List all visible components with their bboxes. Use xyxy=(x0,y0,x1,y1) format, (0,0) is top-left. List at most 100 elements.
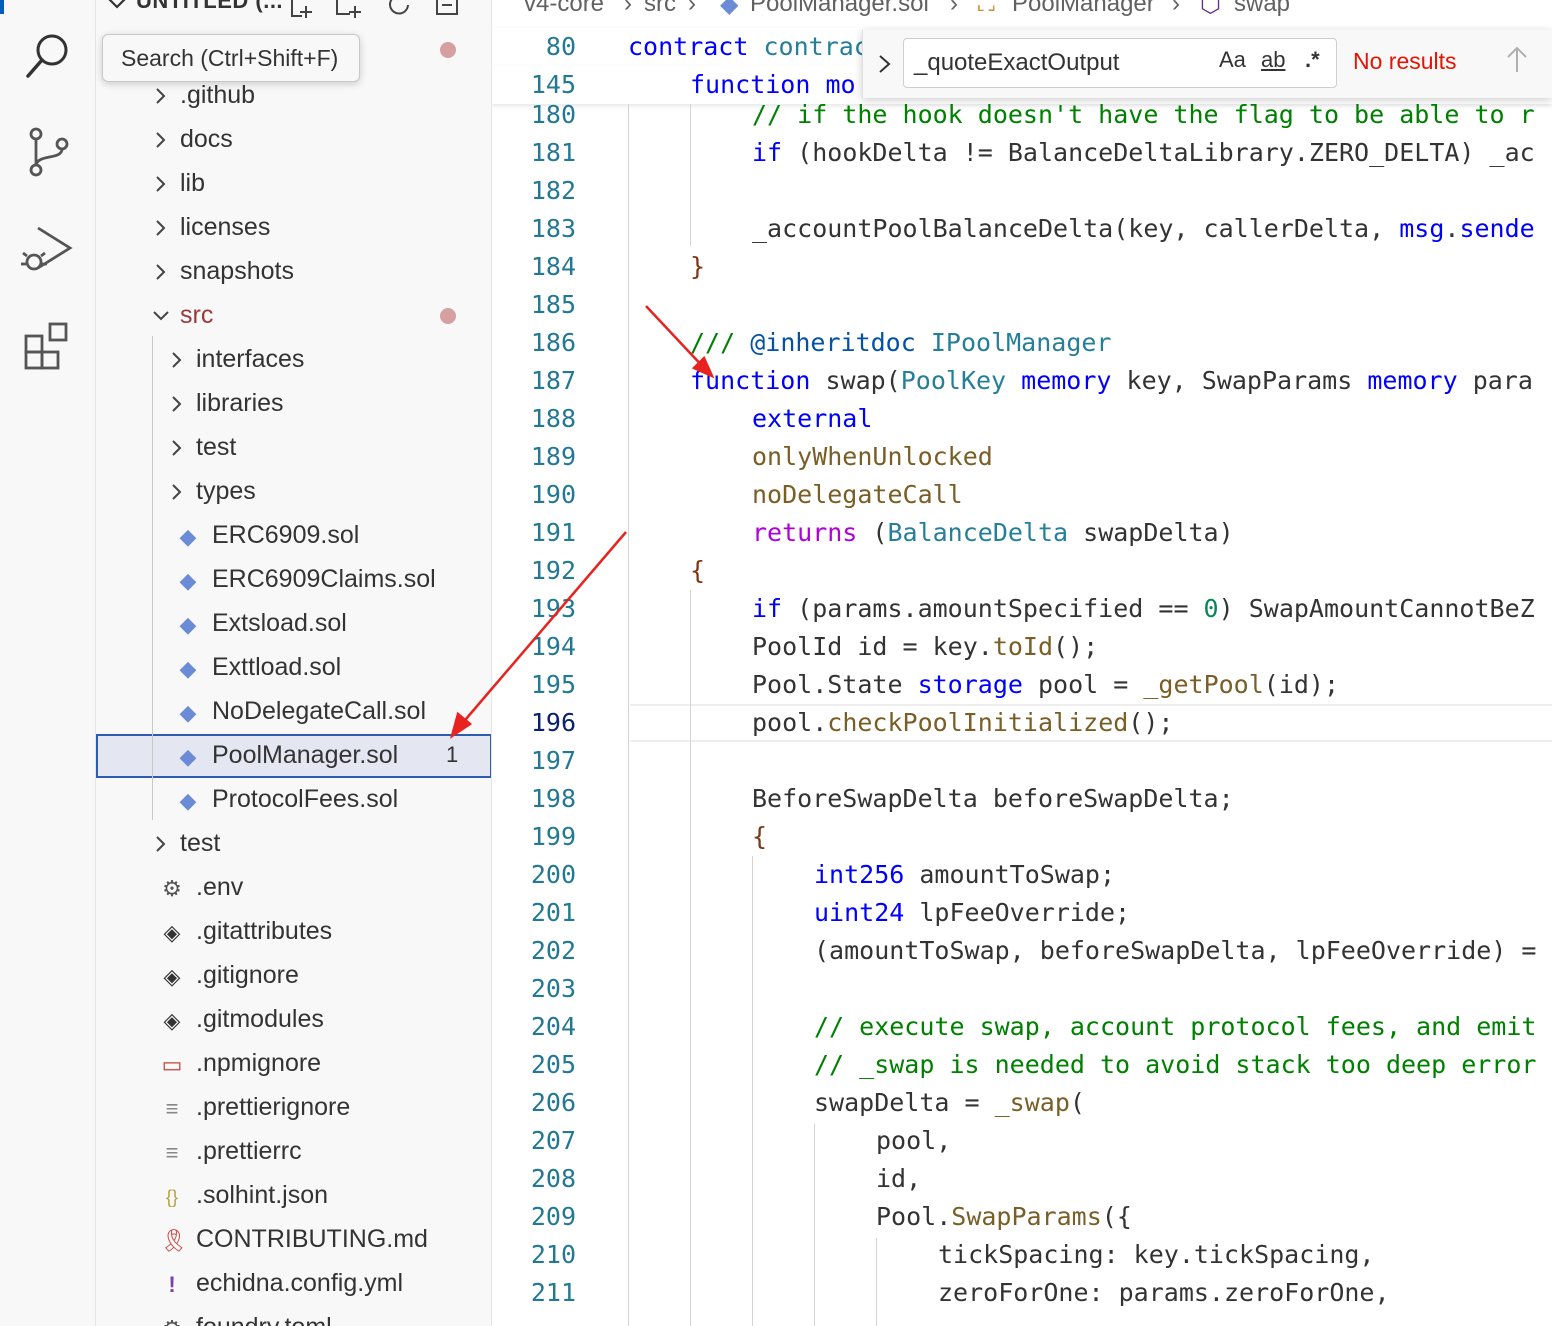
tree-file[interactable]: ◆ Extsload.sol xyxy=(96,602,491,646)
tree-folder[interactable]: src xyxy=(96,294,491,338)
code-line[interactable]: 209 Pool.SwapParams({ xyxy=(492,1198,1552,1236)
code-line[interactable]: 188 external xyxy=(492,400,1552,438)
code-line[interactable]: 197 xyxy=(492,742,1552,780)
line-number: 195 xyxy=(530,670,576,699)
chevron-right-icon[interactable] xyxy=(871,46,899,82)
breadcrumb-root[interactable]: v4-core xyxy=(524,0,604,18)
code-line[interactable]: 205 // _swap is needed to avoid stack too… xyxy=(492,1046,1552,1084)
tree-file[interactable]: ▭ .npmignore xyxy=(96,1042,491,1086)
tree-item-label: src xyxy=(180,301,214,329)
match-case-toggle[interactable]: Aa xyxy=(1219,47,1246,73)
code-line[interactable]: 193 if (params.amountSpecified == 0) Swap… xyxy=(492,590,1552,628)
code-line[interactable]: 185 xyxy=(492,286,1552,324)
tree-file[interactable]: ≡ .prettierrc xyxy=(96,1130,491,1174)
tree-item-label: test xyxy=(196,433,237,461)
arrow-up-icon[interactable] xyxy=(1503,44,1531,76)
line-number: 188 xyxy=(530,404,576,433)
code-line[interactable]: 194 PoolId id = key.toId(); xyxy=(492,628,1552,666)
tree-file[interactable]: ⚙ .env xyxy=(96,866,491,910)
tree-folder[interactable]: docs xyxy=(96,118,491,162)
tree-file[interactable]: {} .solhint.json xyxy=(96,1174,491,1218)
code-line[interactable]: 204 // execute swap, account protocol fee… xyxy=(492,1008,1552,1046)
line-number: 205 xyxy=(530,1050,576,1079)
code-line[interactable]: 211 zeroForOne: params.zeroForOne, xyxy=(492,1274,1552,1312)
tree-file[interactable]: ◈ .gitmodules xyxy=(96,998,491,1042)
refresh-icon[interactable] xyxy=(384,0,414,20)
breadcrumb-contract[interactable]: PoolManager xyxy=(1012,0,1155,18)
code-line[interactable]: 181 if (hookDelta != BalanceDeltaLibrary.… xyxy=(492,134,1552,172)
search-icon[interactable] xyxy=(18,26,78,86)
code-text: // execute swap, account protocol fees, … xyxy=(814,1012,1537,1041)
whole-word-toggle[interactable]: ab xyxy=(1261,47,1285,73)
tree-file[interactable]: ◈ .gitattributes xyxy=(96,910,491,954)
new-file-icon[interactable] xyxy=(286,0,316,20)
tree-file[interactable]: 🎗 CONTRIBUTING.md xyxy=(96,1218,491,1262)
code-line[interactable]: 208 id, xyxy=(492,1160,1552,1198)
code-line[interactable]: 183 _accountPoolBalanceDelta(key, callerD… xyxy=(492,210,1552,248)
tree-file[interactable]: ◆ NoDelegateCall.sol xyxy=(96,690,491,734)
regex-toggle[interactable]: .* xyxy=(1305,47,1320,73)
chevron-down-icon[interactable] xyxy=(106,0,128,14)
code-line[interactable]: 202 (amountToSwap, beforeSwapDelta, lpFee… xyxy=(492,932,1552,970)
code-line[interactable]: 180 // if the hook doesn't have the flag … xyxy=(492,96,1552,134)
code-line[interactable]: 206 swapDelta = _swap( xyxy=(492,1084,1552,1122)
line-number: 182 xyxy=(530,176,576,205)
tree-folder[interactable]: lib xyxy=(96,162,491,206)
source-control-icon[interactable] xyxy=(18,122,78,182)
tree-item-label: types xyxy=(196,477,256,505)
tree-file[interactable]: ! echidna.config.yml xyxy=(96,1262,491,1306)
chevron-right-icon xyxy=(156,220,166,236)
code-line[interactable]: 207 pool, xyxy=(492,1122,1552,1160)
code-line[interactable]: 199 { xyxy=(492,818,1552,856)
code-line[interactable]: 192 { xyxy=(492,552,1552,590)
tree-file[interactable]: ◆ Exttload.sol xyxy=(96,646,491,690)
code-line[interactable]: 186 /// @inheritdoc IPoolManager xyxy=(492,324,1552,362)
tree-folder[interactable]: licenses xyxy=(96,206,491,250)
breadcrumb: v4-core › src › ◆ PoolManager.sol › ⛶ Po… xyxy=(492,0,1552,26)
tree-folder[interactable]: libraries xyxy=(96,382,491,426)
collapse-all-icon[interactable] xyxy=(432,0,462,20)
code-line[interactable]: 203 xyxy=(492,970,1552,1008)
code-line[interactable]: 200 int256 amountToSwap; xyxy=(492,856,1552,894)
code-line[interactable]: 189 onlyWhenUnlocked xyxy=(492,438,1552,476)
line-number: 210 xyxy=(530,1240,576,1269)
code-line[interactable]: 195 Pool.State storage pool = _getPool(id… xyxy=(492,666,1552,704)
breadcrumb-file[interactable]: PoolManager.sol xyxy=(750,0,929,18)
code-line[interactable]: 184} xyxy=(492,248,1552,286)
find-widget: _quoteExactOutput Aa ab .* No results xyxy=(862,30,1552,98)
tree-item-label: Extsload.sol xyxy=(212,609,347,637)
code-text: pool.checkPoolInitialized(); xyxy=(752,708,1174,737)
code-line[interactable]: 196 pool.checkPoolInitialized(); xyxy=(492,704,1552,742)
tree-folder[interactable]: test xyxy=(96,426,491,470)
code-line[interactable]: 198 BeforeSwapDelta beforeSwapDelta; xyxy=(492,780,1552,818)
extensions-icon[interactable] xyxy=(18,314,78,374)
tree-folder[interactable]: snapshots xyxy=(96,250,491,294)
tree-file[interactable]: ◆ ERC6909.sol xyxy=(96,514,491,558)
tree-folder[interactable]: types xyxy=(96,470,491,514)
code-line[interactable]: 191 returns (BalanceDelta swapDelta) xyxy=(492,514,1552,552)
code-line[interactable]: 201 uint24 lpFeeOverride; xyxy=(492,894,1552,932)
tree-file[interactable]: ◆ ProtocolFees.sol xyxy=(96,778,491,822)
tree-file[interactable]: ◆ PoolManager.sol 1 xyxy=(96,734,491,778)
tree-file[interactable]: ◆ ERC6909Claims.sol xyxy=(96,558,491,602)
tree-folder[interactable]: test xyxy=(96,822,491,866)
code-editor[interactable]: v4-core › src › ◆ PoolManager.sol › ⛶ Po… xyxy=(492,0,1552,1326)
lines-icon: ≡ xyxy=(165,1140,179,1165)
run-debug-icon[interactable] xyxy=(18,218,78,278)
indent-guide xyxy=(690,104,691,246)
code-line[interactable]: 182 xyxy=(492,172,1552,210)
line-number: 186 xyxy=(530,328,576,357)
line-number: 189 xyxy=(530,442,576,471)
breadcrumb-folder[interactable]: src xyxy=(644,0,676,18)
tree-file[interactable]: ⚙ foundry.toml xyxy=(96,1306,491,1326)
new-folder-icon[interactable] xyxy=(334,0,364,20)
tree-file[interactable]: ◈ .gitignore xyxy=(96,954,491,998)
code-line[interactable]: 187 function swap(PoolKey memory key, Swa… xyxy=(492,362,1552,400)
breadcrumb-function[interactable]: swap xyxy=(1234,0,1290,18)
code-line[interactable]: 210 tickSpacing: key.tickSpacing, xyxy=(492,1236,1552,1274)
tree-folder[interactable]: interfaces xyxy=(96,338,491,382)
code-line[interactable]: 190 noDelegateCall xyxy=(492,476,1552,514)
solidity-icon: ◆ xyxy=(179,612,197,637)
chevron-right-icon xyxy=(156,176,166,192)
tree-file[interactable]: ≡ .prettierignore xyxy=(96,1086,491,1130)
